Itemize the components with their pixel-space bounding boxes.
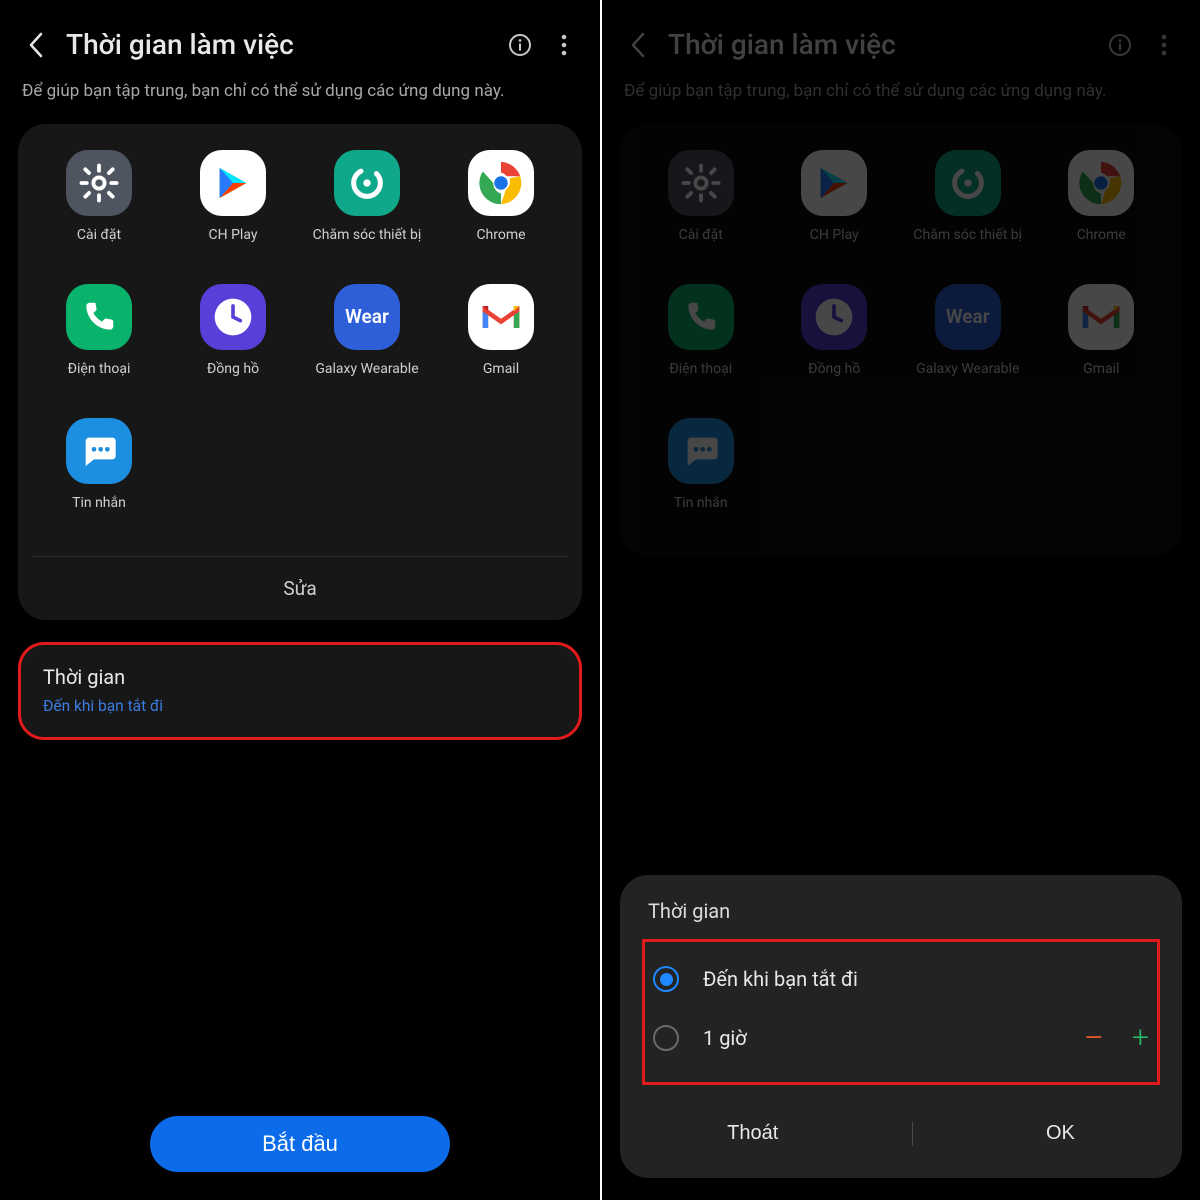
more-icon[interactable] — [550, 31, 578, 59]
apps-card: Cài đặt CH Play Chăm sóc thiết bị Chrome Điệ… — [620, 124, 1182, 556]
apps-card: Cài đặt CH Play Chăm sóc thiết bị Chrome Điệ… — [18, 124, 582, 620]
start-button[interactable]: Bắt đầu — [150, 1116, 450, 1172]
app-item[interactable]: CH Play — [768, 150, 902, 262]
cancel-button[interactable]: Thoát — [690, 1109, 815, 1158]
time-card[interactable]: Thời gian Đến khi bạn tắt đi — [18, 642, 582, 740]
chrome-icon — [1068, 150, 1134, 216]
app-item[interactable]: Wear Galaxy Wearable — [300, 284, 434, 396]
more-icon — [1150, 31, 1178, 59]
app-label: Điện thoại — [669, 360, 732, 396]
dialog-actions: Thoát OK — [642, 1099, 1160, 1164]
app-label: Tin nhắn — [674, 494, 728, 530]
time-card-subtitle: Đến khi bạn tắt đi — [43, 697, 557, 715]
app-label: Gmail — [483, 360, 519, 396]
app-item[interactable]: Wear Galaxy Wearable — [901, 284, 1035, 396]
radio-option-until-off[interactable]: Đến khi bạn tắt đi — [653, 952, 1149, 1006]
app-item[interactable]: Tin nhắn — [634, 418, 768, 530]
app-label: Galaxy Wearable — [916, 360, 1019, 396]
play-icon — [801, 150, 867, 216]
radio-label: Đến khi bạn tắt đi — [703, 967, 1149, 991]
radio-label: 1 giờ — [703, 1026, 1083, 1050]
app-label: Galaxy Wearable — [315, 360, 418, 396]
app-grid: Cài đặt CH Play Chăm sóc thiết bị Chrome Điệ… — [634, 150, 1168, 530]
page-subtitle: Để giúp bạn tập trung, bạn chỉ có thể sử… — [620, 79, 1182, 124]
app-item[interactable]: Đồng hồ — [166, 284, 300, 396]
app-label: Đồng hồ — [808, 360, 860, 396]
play-icon — [200, 150, 266, 216]
app-label: Chrome — [476, 226, 525, 262]
back-icon[interactable] — [22, 31, 50, 59]
messages-icon — [668, 418, 734, 484]
devicecare-icon — [334, 150, 400, 216]
app-item[interactable]: Gmail — [1035, 284, 1169, 396]
app-item[interactable]: Cài đặt — [32, 150, 166, 262]
app-item[interactable]: Gmail — [434, 284, 568, 396]
radio-icon — [653, 1025, 679, 1051]
app-item[interactable]: Cài đặt — [634, 150, 768, 262]
page-title: Thời gian làm việc — [66, 28, 490, 61]
back-icon — [624, 31, 652, 59]
app-item[interactable]: Chrome — [434, 150, 568, 262]
radio-group: Đến khi bạn tắt đi 1 giờ − + — [642, 939, 1160, 1085]
app-label: Điện thoại — [68, 360, 131, 396]
minus-icon[interactable]: − — [1083, 1020, 1104, 1056]
devicecare-icon — [935, 150, 1001, 216]
info-icon[interactable] — [506, 31, 534, 59]
dimmed-background: Thời gian làm việc Để giúp bạn tập trung… — [620, 0, 1182, 556]
app-label: Chăm sóc thiết bị — [313, 226, 422, 262]
app-label: Cài đặt — [679, 226, 723, 262]
app-item[interactable]: Điện thoại — [32, 284, 166, 396]
page-title: Thời gian làm việc — [668, 28, 1090, 61]
wear-icon: Wear — [334, 284, 400, 350]
dialog-title: Thời gian — [642, 899, 1160, 923]
app-item[interactable]: CH Play — [166, 150, 300, 262]
plus-icon[interactable]: + — [1132, 1023, 1149, 1053]
app-item[interactable]: Đồng hồ — [768, 284, 902, 396]
edit-button[interactable]: Sửa — [32, 556, 568, 620]
clock-icon — [200, 284, 266, 350]
app-item[interactable]: Chăm sóc thiết bị — [300, 150, 434, 262]
app-label: CH Play — [209, 226, 258, 262]
app-item[interactable]: Điện thoại — [634, 284, 768, 396]
phone-icon — [66, 284, 132, 350]
chrome-icon — [468, 150, 534, 216]
header: Thời gian làm việc — [18, 0, 582, 79]
header: Thời gian làm việc — [620, 0, 1182, 79]
info-icon — [1106, 31, 1134, 59]
ok-button[interactable]: OK — [1009, 1109, 1112, 1158]
settings-icon — [66, 150, 132, 216]
wear-icon: Wear — [935, 284, 1001, 350]
settings-icon — [668, 150, 734, 216]
separator — [912, 1122, 913, 1146]
page-subtitle: Để giúp bạn tập trung, bạn chỉ có thể sử… — [18, 79, 582, 124]
radio-option-duration[interactable]: 1 giờ − + — [653, 1006, 1149, 1070]
clock-icon — [801, 284, 867, 350]
app-item[interactable]: Tin nhắn — [32, 418, 166, 530]
left-panel: Thời gian làm việc Để giúp bạn tập trung… — [0, 0, 600, 1200]
app-item[interactable]: Chăm sóc thiết bị — [901, 150, 1035, 262]
phone-icon — [668, 284, 734, 350]
app-label: Tin nhắn — [72, 494, 126, 530]
app-label: Chrome — [1077, 226, 1126, 262]
app-item[interactable]: Chrome — [1035, 150, 1169, 262]
right-panel: Thời gian làm việc Để giúp bạn tập trung… — [600, 0, 1200, 1200]
time-card-title: Thời gian — [43, 665, 557, 689]
app-label: Gmail — [1083, 360, 1119, 396]
time-dialog: Thời gian Đến khi bạn tắt đi 1 giờ − + T… — [620, 875, 1182, 1178]
messages-icon — [66, 418, 132, 484]
gmail-icon — [1068, 284, 1134, 350]
radio-icon — [653, 966, 679, 992]
duration-stepper: − + — [1083, 1020, 1149, 1056]
app-label: Đồng hồ — [207, 360, 259, 396]
gmail-icon — [468, 284, 534, 350]
app-grid: Cài đặt CH Play Chăm sóc thiết bị Chrome Điệ… — [32, 150, 568, 530]
app-label: Cài đặt — [77, 226, 121, 262]
app-label: Chăm sóc thiết bị — [913, 226, 1022, 262]
app-label: CH Play — [810, 226, 859, 262]
